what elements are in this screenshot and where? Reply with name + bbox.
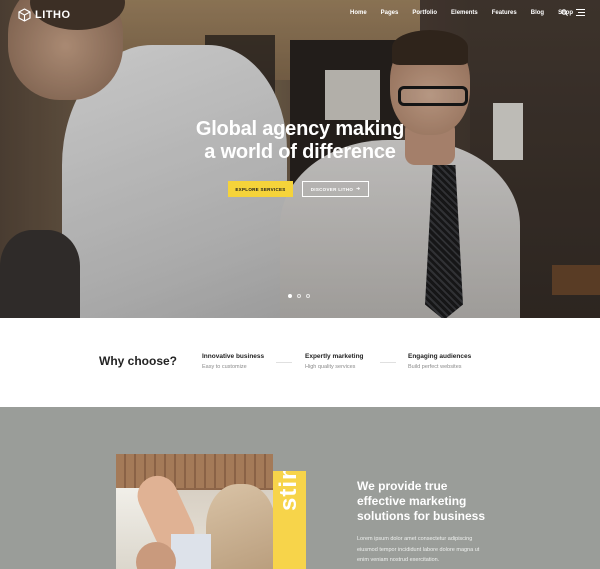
- vertical-label: sting: [275, 471, 302, 511]
- menu-icon[interactable]: [576, 9, 585, 16]
- slider-dot[interactable]: [306, 294, 310, 298]
- hero-headline: Global agency making a world of differen…: [195, 118, 405, 163]
- logo[interactable]: LITHO: [18, 8, 71, 22]
- nav-item-features[interactable]: Features: [492, 10, 517, 16]
- slider-dots: [288, 294, 310, 298]
- nav-item-blog[interactable]: Blog: [531, 10, 544, 16]
- logo-hexagon-icon: [18, 8, 31, 22]
- nav-item-portfolio[interactable]: Portfolio: [412, 10, 437, 16]
- slider-dot[interactable]: [297, 294, 301, 298]
- main-menu: Home Pages Portfolio Elements Features B…: [350, 10, 573, 16]
- page: LITHO Home Pages Portfolio Elements Feat…: [0, 0, 600, 569]
- about-heading: We provide true effective marketing solu…: [357, 479, 486, 523]
- search-icon[interactable]: [561, 9, 568, 16]
- why-choose-section: Why choose? Innovative business Easy to …: [0, 318, 600, 407]
- divider: [276, 362, 292, 363]
- about-section: sting We provide true effective marketin…: [0, 407, 600, 569]
- feature-item: Innovative business Easy to customize: [202, 353, 265, 370]
- feature-item: Expertly marketing High quality services: [305, 353, 364, 370]
- hero-section: LITHO Home Pages Portfolio Elements Feat…: [0, 0, 600, 318]
- nav-item-home[interactable]: Home: [350, 10, 367, 16]
- divider: [380, 362, 396, 363]
- team-photo: [116, 454, 273, 569]
- slider-dot[interactable]: [288, 294, 292, 298]
- about-body-text: Lorem ipsum dolor amet consectetur adipi…: [357, 536, 480, 563]
- explore-services-button[interactable]: EXPLORE SERVICES: [228, 181, 293, 197]
- nav-item-elements[interactable]: Elements: [451, 10, 478, 16]
- nav-item-pages[interactable]: Pages: [381, 10, 399, 16]
- arrow-right-icon: ➔: [356, 186, 361, 191]
- top-nav: LITHO Home Pages Portfolio Elements Feat…: [0, 0, 600, 30]
- discover-litho-button[interactable]: DISCOVER LITHO ➔: [302, 181, 369, 197]
- section-title: Why choose?: [99, 354, 178, 368]
- logo-text: LITHO: [35, 9, 71, 21]
- feature-item: Engaging audiences Build perfect website…: [408, 353, 472, 370]
- vertical-label-strip: sting: [273, 471, 306, 569]
